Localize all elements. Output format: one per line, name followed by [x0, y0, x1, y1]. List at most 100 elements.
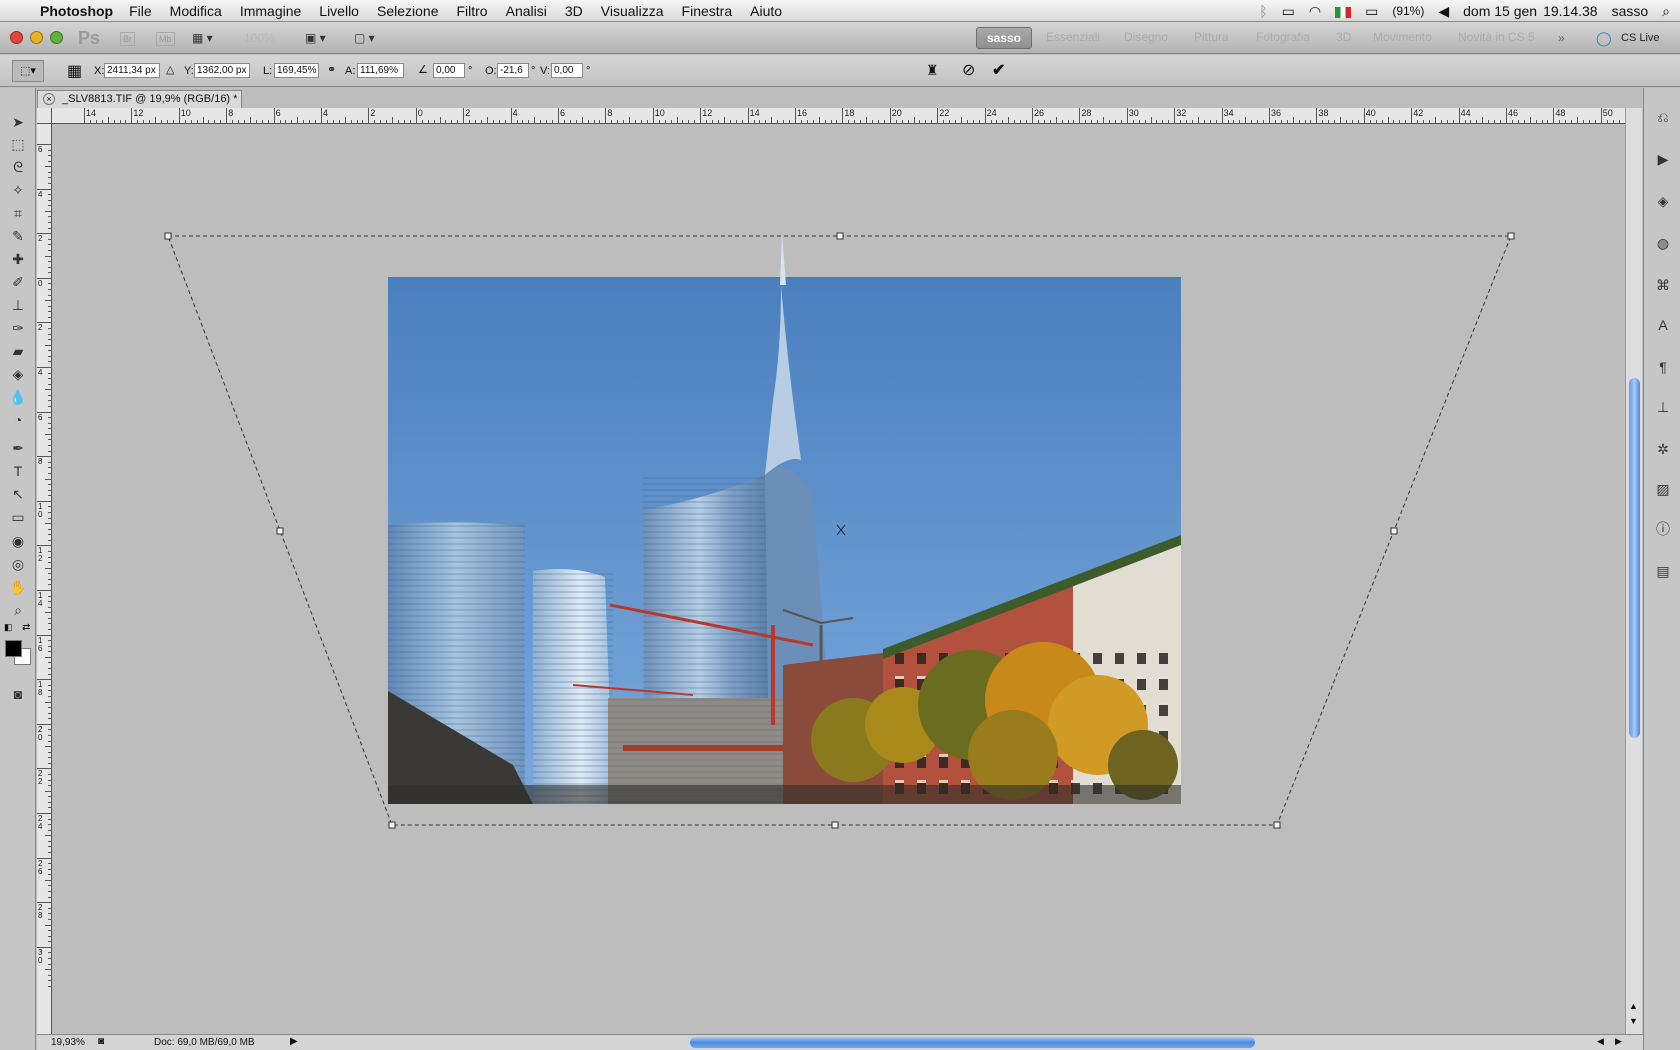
spotlight-icon[interactable]: ⌕	[1662, 3, 1670, 20]
bluetooth-icon[interactable]: ᛒ	[1259, 3, 1267, 19]
horizontal-ruler[interactable]: 14 12 10 8 6 4 2 0 2 4 6 8 10 12 14 16 18 20 22 24 26 28 30 32 3…	[52, 108, 1625, 124]
link-proportions-icon[interactable]: ⚭	[327, 63, 336, 76]
volume-icon[interactable]: ◀	[1438, 3, 1449, 20]
history-brush-tool-icon[interactable]: ✑	[6, 318, 30, 338]
menu-modifica[interactable]: Modifica	[170, 3, 222, 19]
menu-selezione[interactable]: Selezione	[377, 3, 439, 19]
cs-live-icon[interactable]: ◯	[1596, 28, 1612, 48]
status-bar-icon[interactable]: ◙	[98, 1036, 104, 1047]
channels-panel-icon[interactable]: ◍	[1652, 232, 1674, 254]
actions-panel-icon[interactable]: ▶	[1652, 148, 1674, 170]
info-panel-icon[interactable]: ⓘ	[1652, 518, 1674, 540]
display-icon[interactable]: ▭	[1282, 3, 1295, 20]
zoom-level-select[interactable]: 100%	[244, 28, 275, 48]
navigator-panel-icon[interactable]: ▨	[1652, 478, 1674, 500]
clone-source-panel-icon[interactable]: ⊥	[1652, 396, 1674, 418]
status-menu-arrow-icon[interactable]: ▶	[290, 1036, 298, 1047]
zoom-percentage[interactable]: 19,93%	[51, 1037, 85, 1048]
history-panel-icon[interactable]: ⎌	[1652, 106, 1674, 128]
zoom-tool-icon[interactable]: ⌕	[6, 600, 30, 620]
y-position-input[interactable]: 1362,00 px	[194, 63, 250, 78]
wifi-icon[interactable]: ◠	[1309, 3, 1321, 20]
document-canvas[interactable]	[53, 125, 1625, 1033]
shape-tool-icon[interactable]: ▭	[6, 507, 30, 527]
close-window-icon[interactable]	[10, 31, 23, 44]
quick-selection-tool-icon[interactable]: ✧	[6, 180, 30, 200]
scroll-up-icon[interactable]: ▲	[1629, 1001, 1638, 1011]
relative-position-icon[interactable]: △	[166, 63, 174, 76]
paragraph-panel-icon[interactable]: ¶	[1652, 356, 1674, 378]
default-colors-icon[interactable]: ◧	[4, 622, 13, 633]
menu-file[interactable]: File	[129, 3, 152, 19]
workspace-disegno[interactable]: Disegno	[1124, 30, 1168, 44]
menu-3d[interactable]: 3D	[565, 3, 583, 19]
menubar-date[interactable]: dom 15 gen	[1463, 3, 1537, 19]
close-document-icon[interactable]: ×	[43, 93, 55, 105]
brushes-panel-icon[interactable]: ✲	[1652, 438, 1674, 460]
workspace-fotografia[interactable]: Fotografia	[1256, 30, 1310, 44]
menu-immagine[interactable]: Immagine	[240, 3, 301, 19]
layers-panel-icon[interactable]: ◈	[1652, 190, 1674, 212]
menu-livello[interactable]: Livello	[319, 3, 359, 19]
arrange-documents-button[interactable]: ▣ ▾	[305, 28, 326, 48]
tool-preset-picker[interactable]: ⬚▾	[12, 60, 44, 82]
healing-brush-tool-icon[interactable]: ✚	[6, 249, 30, 269]
paths-panel-icon[interactable]: ⌘	[1652, 274, 1674, 296]
lasso-tool-icon[interactable]: ᘓ	[6, 157, 30, 177]
more-workspaces-icon[interactable]: »	[1558, 28, 1565, 48]
menu-analisi[interactable]: Analisi	[506, 3, 547, 19]
rotate-input[interactable]: 0,00	[433, 63, 465, 78]
quick-mask-icon[interactable]: ◙	[6, 684, 30, 704]
minimize-window-icon[interactable]	[30, 31, 43, 44]
eraser-tool-icon[interactable]: ▰	[6, 341, 30, 361]
app-menu[interactable]: Photoshop	[40, 3, 113, 19]
scroll-left-icon[interactable]: ◀	[1597, 1036, 1604, 1047]
3d-rotate-tool-icon[interactable]: ◉	[6, 531, 30, 551]
clone-stamp-tool-icon[interactable]: ⊥	[6, 295, 30, 315]
blur-tool-icon[interactable]: 💧	[6, 387, 30, 407]
workspace-pittura[interactable]: Pittura	[1194, 30, 1229, 44]
ruler-origin[interactable]	[37, 108, 52, 124]
move-tool-icon[interactable]: ➤	[6, 112, 30, 132]
hand-tool-icon[interactable]: ✋	[6, 577, 30, 597]
cancel-transform-icon[interactable]: ⊘	[962, 60, 975, 80]
menu-visualizza[interactable]: Visualizza	[601, 3, 664, 19]
workspace-novita[interactable]: Novità in CS 5	[1458, 30, 1535, 44]
battery-icon[interactable]: ▭	[1365, 3, 1378, 20]
swap-colors-icon[interactable]: ⇄	[22, 622, 30, 633]
foreground-color-swatch[interactable]	[5, 640, 22, 657]
bridge-button[interactable]: Br	[120, 32, 135, 46]
canvas-artwork[interactable]	[53, 125, 1625, 1033]
screen-mode-button[interactable]: ▢ ▾	[354, 28, 375, 48]
workspace-movimento[interactable]: Movimento	[1373, 30, 1432, 44]
view-extras-button[interactable]: ▦ ▾	[192, 28, 213, 48]
language-flag-icon[interactable]	[1335, 3, 1352, 19]
zoom-window-icon[interactable]	[50, 31, 63, 44]
menubar-user[interactable]: sasso	[1612, 3, 1649, 19]
v-skew-input[interactable]: 0,00	[551, 63, 583, 78]
width-scale-input[interactable]: 169,45%	[274, 63, 319, 78]
mini-bridge-panel-icon[interactable]: ▤	[1652, 560, 1674, 582]
paint-bucket-tool-icon[interactable]: ◈	[6, 364, 30, 384]
menubar-time[interactable]: 19.14.38	[1543, 3, 1598, 19]
menu-aiuto[interactable]: Aiuto	[750, 3, 782, 19]
path-selection-tool-icon[interactable]: ↖	[6, 484, 30, 504]
reference-point-icon[interactable]: ▦	[67, 61, 82, 81]
dodge-tool-icon[interactable]: ◔	[6, 410, 30, 430]
mini-bridge-button[interactable]: Mb	[156, 32, 175, 46]
scroll-right-icon[interactable]: ▶	[1615, 1036, 1622, 1047]
workspace-3d[interactable]: 3D	[1336, 30, 1351, 44]
height-scale-input[interactable]: 111,69%	[357, 63, 404, 78]
workspace-essenziali[interactable]: Essenziali	[1046, 30, 1100, 44]
commit-transform-icon[interactable]: ✔	[992, 60, 1005, 80]
marquee-tool-icon[interactable]: ⬚	[6, 134, 30, 154]
3d-orbit-tool-icon[interactable]: ◎	[6, 554, 30, 574]
menu-filtro[interactable]: Filtro	[456, 3, 487, 19]
workspace-sasso[interactable]: sasso	[976, 27, 1032, 49]
brush-tool-icon[interactable]: ✐	[6, 272, 30, 292]
x-position-input[interactable]: 2411,34 px	[104, 63, 160, 78]
vertical-ruler[interactable]: 6 4 2 0 2 4 6 8 1 0 1 2 1 4 1 6 1 8 2 0 2 2 2 4 2 6 2 8 3 …	[37, 124, 52, 1034]
vertical-scroll-thumb[interactable]	[1629, 378, 1640, 738]
h-skew-input[interactable]: -21,6	[497, 63, 529, 78]
character-panel-icon[interactable]: A	[1652, 314, 1674, 336]
